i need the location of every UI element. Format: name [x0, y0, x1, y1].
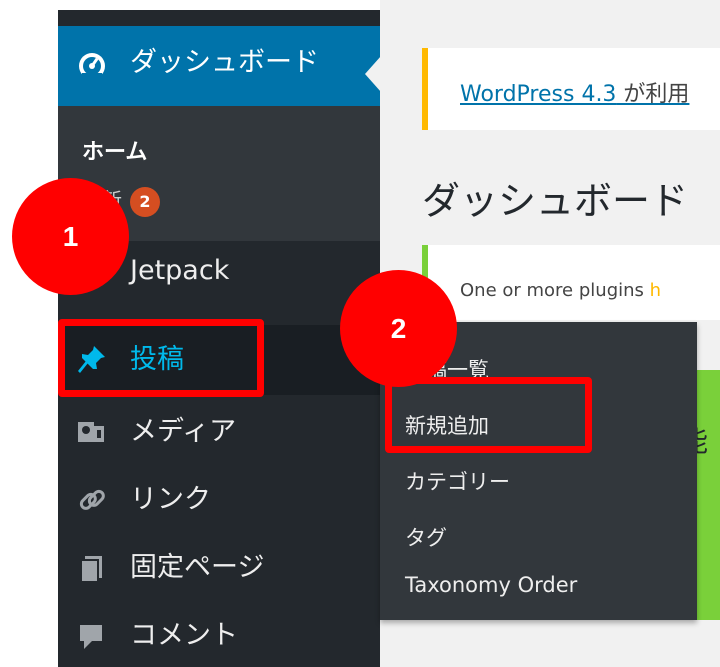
- media-camera-icon: [76, 416, 108, 448]
- sidebar-item-pages[interactable]: 固定ページ: [58, 538, 380, 598]
- plugins-notice-link[interactable]: h: [650, 280, 661, 301]
- step-2-marker: 2: [340, 270, 457, 387]
- sidebar-item-label: ダッシュボード: [130, 47, 319, 78]
- submenu-item-tags[interactable]: タグ: [405, 522, 447, 552]
- sidebar-item-label: リンク: [130, 484, 211, 515]
- sidebar-item-label: 固定ページ: [130, 552, 265, 583]
- sidebar-item-comments[interactable]: コメント: [58, 606, 380, 666]
- sidebar-item-media[interactable]: メディア: [58, 402, 380, 462]
- pages-icon: [76, 552, 108, 584]
- submenu-item-categories[interactable]: カテゴリー: [405, 466, 510, 496]
- submenu-item-taxonomy-order[interactable]: Taxonomy Order: [405, 573, 577, 597]
- current-page-arrow: [365, 56, 381, 92]
- sidebar-item-label: コメント: [130, 620, 238, 651]
- sidebar-item-label: メディア: [130, 416, 237, 447]
- step-1-marker: 1: [12, 178, 129, 295]
- speech-bubble-icon: [76, 620, 108, 652]
- highlight-box-add-new: [385, 377, 592, 453]
- sidebar-item-links[interactable]: リンク: [58, 470, 380, 530]
- sidebar-item-dashboard[interactable]: ダッシュボード: [58, 26, 381, 106]
- plugins-notice-text: One or more plugins: [460, 280, 650, 301]
- update-notice: WordPress 4.3 が利用: [422, 48, 720, 130]
- plugins-notice: One or more plugins h: [422, 245, 720, 320]
- wordpress-update-link[interactable]: WordPress 4.3 が利用: [460, 76, 689, 108]
- update-notice-text: が利用: [616, 82, 690, 107]
- sidebar-item-label: Jetpack: [130, 255, 230, 286]
- highlight-box-posts: [58, 319, 264, 397]
- chain-link-icon: [76, 484, 108, 516]
- update-count-badge: 2: [130, 186, 160, 217]
- dashboard-gauge-icon: [76, 49, 108, 81]
- submenu-item-home[interactable]: ホーム: [82, 134, 147, 166]
- page-title: ダッシュボード: [422, 179, 689, 223]
